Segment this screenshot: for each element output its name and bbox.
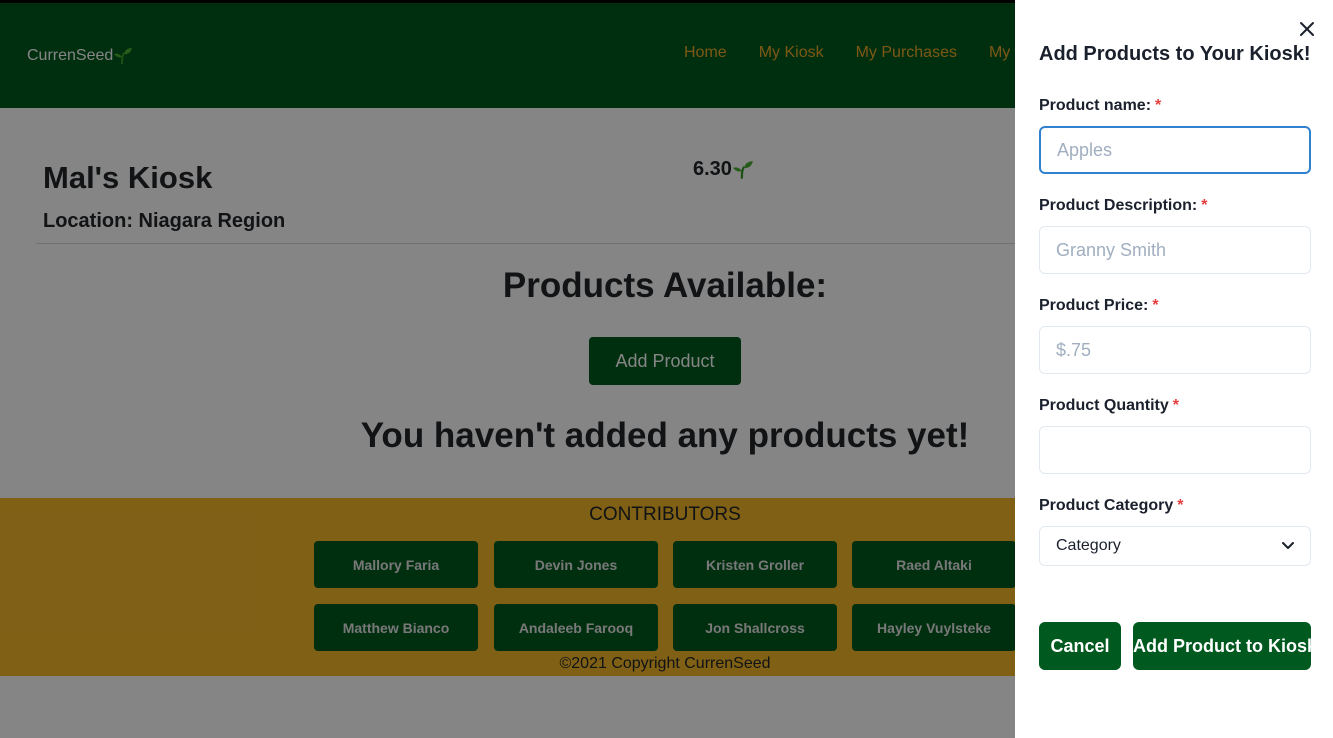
cancel-button[interactable]: Cancel	[1039, 622, 1121, 670]
chevron-down-icon	[1282, 542, 1294, 549]
category-selected-value: Category	[1056, 537, 1121, 554]
product-name-input[interactable]	[1039, 126, 1311, 174]
product-category-label: Product Category *	[1039, 497, 1183, 515]
product-quantity-label: Product Quantity *	[1039, 397, 1179, 415]
add-product-to-kiosk-button[interactable]: Add Product to Kiosk	[1133, 622, 1311, 670]
product-quantity-input[interactable]	[1039, 426, 1311, 474]
required-mark: *	[1172, 397, 1180, 414]
product-price-label: Product Price: *	[1039, 297, 1159, 315]
close-button[interactable]	[1296, 18, 1318, 40]
product-category-select[interactable]: Category	[1039, 526, 1311, 566]
required-mark: *	[1177, 497, 1184, 514]
close-icon	[1300, 22, 1314, 36]
product-description-input[interactable]	[1039, 226, 1311, 274]
label-text: Product name:	[1039, 97, 1152, 114]
product-price-input[interactable]	[1039, 326, 1311, 374]
product-description-label: Product Description: *	[1039, 197, 1207, 215]
label-text: Product Category	[1039, 497, 1174, 514]
required-mark: *	[1201, 197, 1208, 214]
label-text: Product Description:	[1039, 197, 1198, 214]
product-name-label: Product name: *	[1039, 97, 1161, 115]
label-text: Product Price:	[1039, 297, 1149, 314]
label-text: Product Quantity	[1039, 397, 1169, 414]
required-mark: *	[1155, 97, 1162, 114]
required-mark: *	[1152, 297, 1159, 314]
drawer-title: Add Products to Your Kiosk!	[1039, 43, 1311, 65]
